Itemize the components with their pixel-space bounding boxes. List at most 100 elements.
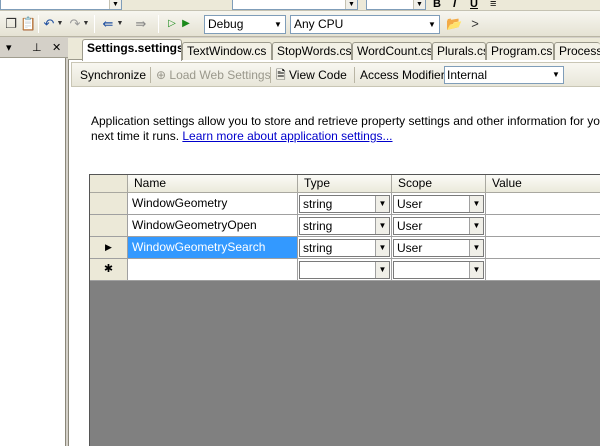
tab-plurals[interactable]: Plurals.cs — [432, 42, 486, 60]
setting-value-cell[interactable] — [486, 259, 600, 281]
tab-settings[interactable]: Settings.settings* — [82, 39, 182, 61]
type-dropdown[interactable]: string ▼ — [299, 195, 390, 213]
chevron-down-icon[interactable]: ▼ — [469, 262, 483, 278]
scope-value: User — [397, 197, 423, 211]
tab-stopwords[interactable]: StopWords.cs — [272, 42, 352, 60]
settings-grid: Name Type Scope Value WindowGeometry str… — [89, 174, 600, 446]
chevron-down-icon[interactable]: ▼ — [56, 16, 64, 32]
chevron-down-icon[interactable]: ▼ — [375, 196, 389, 212]
code-file-icon: 🗎 — [276, 68, 286, 82]
chevron-down-icon[interactable]: ▼ — [469, 196, 483, 212]
table-row: ▶ WindowGeometrySearch string ▼ User ▼ — [90, 237, 600, 259]
style-combo[interactable]: ▼ — [0, 0, 122, 10]
tab-label: ProcessC — [559, 44, 600, 58]
tab-textwindow[interactable]: TextWindow.cs — [182, 42, 272, 60]
size-combo[interactable]: ▼ — [366, 0, 426, 10]
table-row: WindowGeometry string ▼ User ▼ — [90, 193, 600, 215]
chevron-down-icon[interactable]: ▼ — [469, 240, 483, 256]
tab-label: WordCount.cs — [357, 44, 432, 58]
scope-dropdown[interactable]: User ▼ — [393, 195, 484, 213]
type-dropdown[interactable]: string ▼ — [299, 239, 390, 257]
settings-toolbar: Synchronize ⊕ Load Web Settings 🗎 View C… — [71, 62, 600, 87]
paste-icon[interactable]: 📋 — [20, 16, 36, 32]
load-web-settings-label: Load Web Settings — [169, 68, 271, 82]
access-modifier-value: Internal — [447, 68, 488, 82]
settings-description: Application settings allow you to store … — [91, 114, 600, 144]
setting-name-cell[interactable]: WindowGeometryOpen — [128, 215, 298, 237]
close-icon[interactable]: ✕ — [52, 41, 61, 54]
undo-icon[interactable]: ↶ — [42, 16, 56, 32]
font-combo[interactable]: ▼ — [232, 0, 358, 10]
synchronize-button[interactable]: Synchronize — [80, 67, 146, 83]
navigate-forward-icon[interactable]: ⇛ — [134, 16, 148, 32]
globe-icon: ⊕ — [156, 68, 167, 82]
setting-name-cell[interactable]: WindowGeometrySearch — [128, 237, 298, 259]
bold-icon[interactable]: B — [433, 0, 441, 10]
chevron-down-icon[interactable]: ▼ — [469, 218, 483, 234]
learn-more-link[interactable]: Learn more about application settings... — [182, 129, 392, 143]
type-value: string — [303, 219, 333, 233]
pin-icon[interactable]: ⊥ — [32, 41, 42, 54]
row-header[interactable] — [90, 215, 128, 237]
row-header[interactable]: ▶ — [90, 237, 128, 259]
view-code-label: View Code — [289, 68, 347, 82]
scope-dropdown[interactable]: ▼ — [393, 261, 484, 279]
setting-scope-cell: User ▼ — [392, 193, 486, 215]
tab-label: Plurals.cs — [437, 44, 486, 58]
tab-program[interactable]: Program.cs — [486, 42, 554, 60]
navigate-back-icon[interactable]: ⇚ — [100, 16, 116, 32]
column-header-value[interactable]: Value — [486, 175, 600, 193]
chevron-down-icon[interactable]: ▼ — [549, 67, 563, 83]
access-modifier-combo[interactable]: Internal ▼ — [444, 66, 564, 84]
chevron-down-icon[interactable]: ▼ — [271, 16, 285, 33]
setting-value-cell[interactable] — [486, 237, 600, 259]
chevron-down-icon[interactable]: ▼ — [375, 240, 389, 256]
chevron-down-icon[interactable]: ▼ — [116, 16, 124, 32]
scope-dropdown[interactable]: User ▼ — [393, 239, 484, 257]
access-modifier-label: Access Modifier: — [360, 68, 449, 82]
chevron-down-icon[interactable]: ▼ — [413, 0, 425, 9]
setting-value-cell[interactable] — [486, 215, 600, 237]
setting-name-cell[interactable]: WindowGeometry — [128, 193, 298, 215]
redo-icon[interactable]: ↷ — [68, 16, 82, 32]
view-code-button[interactable]: 🗎 View Code — [276, 67, 347, 83]
scope-dropdown[interactable]: User ▼ — [393, 217, 484, 235]
configuration-combo[interactable]: Debug ▼ — [204, 15, 286, 34]
chevron-down-icon[interactable]: ▼ — [425, 16, 439, 33]
scope-value: User — [397, 219, 423, 233]
tab-processc[interactable]: ProcessC — [554, 42, 600, 60]
chevron-down-icon[interactable]: ▼ — [82, 16, 90, 32]
more-glyph[interactable]: > — [470, 16, 480, 32]
italic-icon[interactable]: I — [453, 0, 456, 10]
play-icon[interactable]: ▶ — [180, 16, 192, 32]
chevron-down-icon[interactable]: ▼ — [375, 218, 389, 234]
setting-value-cell[interactable] — [486, 193, 600, 215]
setting-scope-cell: ▼ — [392, 259, 486, 281]
column-header-name[interactable]: Name — [128, 175, 298, 193]
setting-name-cell[interactable] — [128, 259, 298, 281]
chevron-down-icon[interactable]: ▾ — [6, 41, 12, 54]
copy-icon[interactable]: ❐ — [4, 16, 18, 32]
underline-icon[interactable]: U — [470, 0, 478, 10]
tab-wordcount[interactable]: WordCount.cs — [352, 42, 432, 60]
find-in-files-icon[interactable]: 📂 — [446, 16, 462, 32]
chevron-down-icon[interactable]: ▼ — [345, 0, 357, 9]
column-header-type[interactable]: Type — [298, 175, 392, 193]
load-web-settings-button[interactable]: ⊕ Load Web Settings — [156, 67, 271, 83]
type-dropdown[interactable]: ▼ — [299, 261, 390, 279]
row-header[interactable]: ✱ — [90, 259, 128, 281]
column-header-scope[interactable]: Scope — [392, 175, 486, 193]
grid-header-row: Name Type Scope Value — [90, 175, 600, 193]
tab-label: Program.cs — [491, 44, 553, 58]
align-icon[interactable]: ≡ — [490, 0, 496, 10]
type-dropdown[interactable]: string ▼ — [299, 217, 390, 235]
grid-empty-area — [90, 281, 600, 446]
chevron-down-icon[interactable]: ▼ — [375, 262, 389, 278]
table-row-new: ✱ ▼ ▼ — [90, 259, 600, 281]
tab-label: StopWords.cs — [277, 44, 352, 58]
row-header[interactable] — [90, 193, 128, 215]
chevron-down-icon[interactable]: ▼ — [109, 0, 121, 9]
start-icon[interactable]: ▷ — [166, 16, 178, 32]
platform-combo[interactable]: Any CPU ▼ — [290, 15, 440, 34]
formatting-strip: ▼ ▼ ▼ B I U ≡ — [0, 0, 600, 11]
